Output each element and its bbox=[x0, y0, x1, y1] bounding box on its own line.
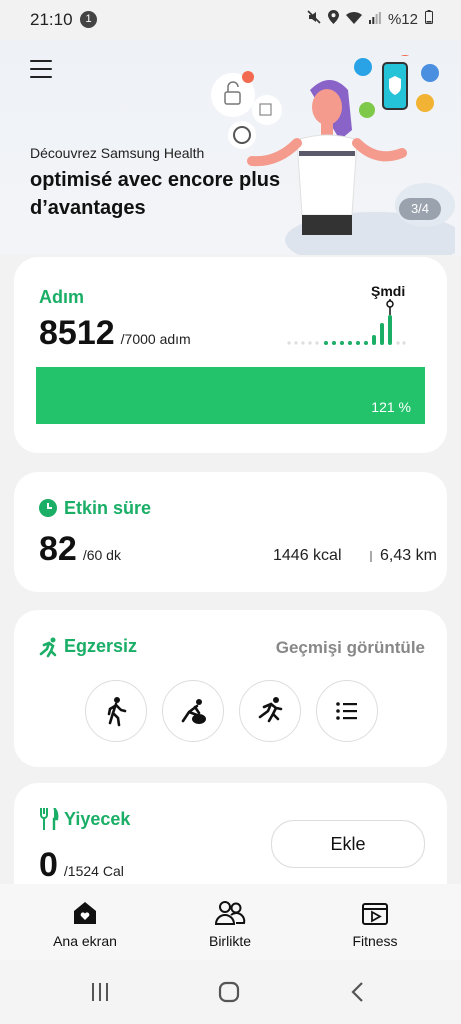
battery-icon bbox=[425, 10, 433, 28]
divider bbox=[370, 551, 372, 562]
signal-icon bbox=[368, 11, 381, 28]
steps-title: Adım bbox=[39, 287, 84, 307]
banner-title: optimisé avec encore plus d’avantages bbox=[30, 169, 281, 219]
steps-goal: /7000 adım bbox=[120, 331, 191, 347]
back-icon[interactable] bbox=[348, 981, 368, 1003]
steps-card[interactable]: Adım 8512/7000 adım Şmdi 121 % bbox=[14, 257, 447, 453]
nav-together-label: Birlikte bbox=[208, 933, 251, 949]
food-title: Yiyecek bbox=[64, 809, 131, 829]
people-icon bbox=[214, 901, 246, 925]
steps-mini-chart bbox=[287, 299, 406, 345]
nav-home-label: Ana ekran bbox=[53, 933, 117, 949]
yoga-button[interactable] bbox=[162, 680, 224, 742]
home-icon bbox=[74, 902, 96, 924]
fitness-icon bbox=[362, 903, 388, 925]
walking-icon bbox=[107, 697, 127, 727]
active-time-value-row: 82/60 dk bbox=[39, 530, 121, 569]
steps-percent: 121 % bbox=[371, 399, 411, 415]
status-bar: 21:10 1 %12 bbox=[0, 0, 461, 40]
running-icon bbox=[258, 697, 283, 723]
fork-knife-icon bbox=[40, 808, 59, 830]
calories-value: 1446 kcal bbox=[273, 547, 342, 564]
list-icon bbox=[336, 702, 357, 720]
banner-illustration bbox=[211, 55, 455, 255]
system-navigation-bar bbox=[0, 960, 461, 1024]
banner-page-indicator: 3/4 bbox=[399, 198, 441, 220]
active-time-title: Etkin süre bbox=[64, 498, 152, 518]
wifi-icon bbox=[345, 11, 362, 28]
battery-text: %12 bbox=[387, 10, 418, 28]
steps-progress-bar: 121 % bbox=[36, 367, 425, 424]
banner-subtitle: Découvrez Samsung Health bbox=[30, 145, 205, 161]
notification-badge: 1 bbox=[80, 11, 97, 28]
nav-fitness-label: Fitness bbox=[352, 933, 398, 949]
view-history-link[interactable]: Geçmişi görüntüle bbox=[276, 638, 425, 658]
clock-icon bbox=[39, 499, 57, 517]
home-button-icon[interactable] bbox=[218, 981, 240, 1003]
nav-together[interactable]: Birlikte bbox=[170, 884, 290, 960]
exercise-list-button[interactable] bbox=[316, 680, 378, 742]
food-goal: /1524 Cal bbox=[63, 863, 124, 879]
food-value-row: 0/1524 Cal bbox=[39, 846, 124, 885]
add-food-button[interactable]: Ekle bbox=[271, 820, 425, 868]
exercise-card[interactable]: Egzersiz Geçmişi görüntüle bbox=[14, 610, 447, 767]
active-time-value: 82 bbox=[39, 530, 77, 568]
steps-value: 8512 bbox=[39, 314, 115, 352]
steps-value-row: 8512/7000 adım bbox=[39, 314, 191, 353]
nav-fitness[interactable]: Fitness bbox=[315, 884, 435, 960]
recent-apps-icon[interactable] bbox=[89, 981, 111, 1003]
exercise-title: Egzersiz bbox=[64, 636, 138, 656]
now-label: Şmdi bbox=[371, 283, 406, 299]
bottom-navigation: Ana ekran Birlikte Fitness bbox=[0, 884, 461, 960]
exercise-icon bbox=[39, 637, 57, 658]
location-icon bbox=[327, 10, 339, 28]
distance-value: 6,43 km bbox=[380, 547, 437, 564]
mute-icon bbox=[307, 10, 321, 28]
nav-home[interactable]: Ana ekran bbox=[25, 884, 145, 960]
running-button[interactable] bbox=[239, 680, 301, 742]
menu-icon[interactable] bbox=[30, 60, 52, 80]
food-value: 0 bbox=[39, 846, 58, 884]
walking-button[interactable] bbox=[85, 680, 147, 742]
yoga-icon bbox=[181, 699, 206, 724]
active-time-card[interactable]: Etkin süre 82/60 dk 1446 kcal 6,43 km bbox=[14, 472, 447, 592]
active-time-goal: /60 dk bbox=[82, 547, 121, 563]
status-time: 21:10 bbox=[30, 10, 73, 29]
promo-banner[interactable]: Découvrez Samsung Health optimisé avec e… bbox=[0, 40, 461, 255]
status-icons: %12 bbox=[307, 10, 433, 28]
